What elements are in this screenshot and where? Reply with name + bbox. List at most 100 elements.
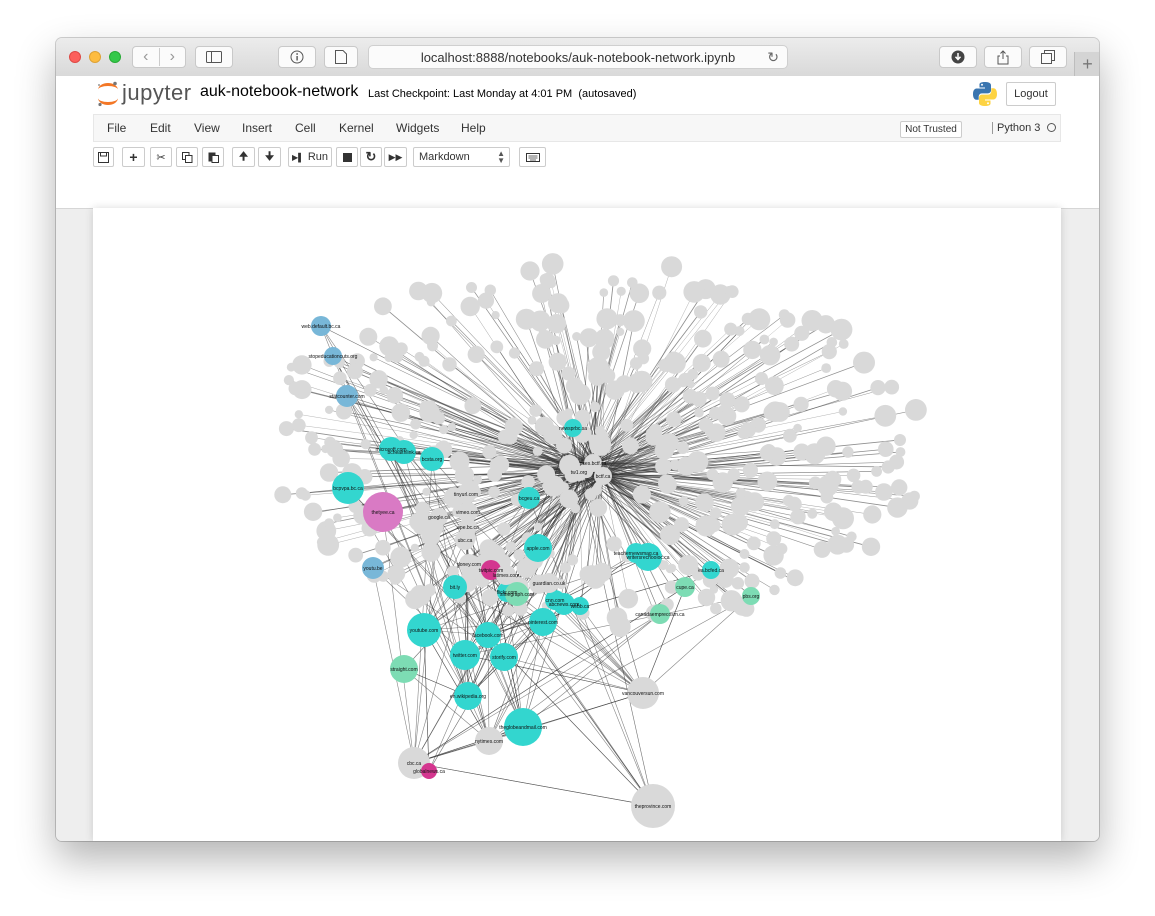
back-forward-buttons[interactable]: ‹ › bbox=[132, 46, 186, 68]
graph-node bbox=[710, 602, 722, 615]
menu-widgets[interactable]: Widgets bbox=[396, 121, 439, 135]
node-label: vancouversun.com bbox=[622, 691, 664, 697]
graph-node bbox=[326, 440, 344, 458]
menu-file[interactable]: File bbox=[107, 121, 126, 135]
graph-node bbox=[759, 345, 781, 366]
graph-node bbox=[667, 563, 677, 573]
graph-node bbox=[421, 542, 441, 562]
graph-node bbox=[787, 496, 802, 512]
node-label: canadaemprecosm.ca bbox=[635, 612, 684, 618]
node-label: slinegraph.com bbox=[500, 592, 534, 598]
cell-type-value: Markdown bbox=[419, 151, 470, 163]
info-button[interactable] bbox=[278, 46, 316, 68]
node-label: webb.ca bbox=[571, 604, 590, 610]
graph-node bbox=[695, 493, 714, 512]
graph-node bbox=[520, 261, 540, 281]
new-tab-button[interactable]: + bbox=[1074, 52, 1099, 76]
graph-node bbox=[620, 418, 634, 432]
graph-node bbox=[491, 311, 500, 320]
node-label: latimes.com bbox=[493, 573, 520, 579]
graph-node bbox=[467, 345, 485, 363]
menu-kernel[interactable]: Kernel bbox=[339, 121, 374, 135]
graph-node bbox=[618, 588, 639, 609]
sidebar-toggle-button[interactable] bbox=[195, 46, 233, 68]
graph-node bbox=[594, 425, 605, 436]
node-label: google.ca bbox=[428, 515, 450, 521]
graph-node bbox=[489, 457, 506, 473]
downloads-button[interactable] bbox=[939, 46, 977, 68]
graph-node bbox=[769, 584, 780, 596]
menu-edit[interactable]: Edit bbox=[150, 121, 171, 135]
paste-button[interactable] bbox=[202, 147, 224, 167]
graph-node bbox=[894, 434, 906, 446]
graph-node bbox=[712, 350, 730, 368]
node-label: newsprbc.sa bbox=[559, 426, 587, 432]
forward-icon[interactable]: › bbox=[160, 48, 186, 66]
jupyter-header: jupyter auk-notebook-network Last Checkp… bbox=[56, 76, 1099, 209]
graph-node bbox=[698, 417, 714, 433]
graph-node bbox=[884, 379, 900, 395]
reload-icon[interactable]: ↻ bbox=[767, 49, 779, 66]
restart-button[interactable]: ↻ bbox=[360, 147, 382, 167]
graph-node bbox=[739, 549, 750, 559]
restart-run-all-button[interactable]: ▶▶ bbox=[384, 147, 407, 167]
interrupt-button[interactable] bbox=[336, 147, 358, 167]
zoom-window-button[interactable] bbox=[109, 51, 121, 63]
kernel-name[interactable]: Python 3 bbox=[992, 122, 1040, 134]
command-palette-button[interactable] bbox=[519, 147, 546, 167]
address-bar[interactable]: localhost:8888/notebooks/auk-notebook-ne… bbox=[368, 45, 788, 69]
graph-node bbox=[439, 424, 449, 435]
menu-view[interactable]: View bbox=[194, 121, 220, 135]
plus-icon: + bbox=[129, 149, 138, 165]
logout-button[interactable]: Logout bbox=[1006, 82, 1056, 106]
share-button[interactable] bbox=[984, 46, 1022, 68]
graph-node bbox=[744, 573, 760, 589]
info-icon bbox=[290, 50, 304, 64]
graph-node bbox=[304, 509, 314, 519]
run-button[interactable]: ▶▌ Run bbox=[288, 147, 332, 167]
graph-node bbox=[532, 284, 552, 303]
menu-cell[interactable]: Cell bbox=[295, 121, 316, 135]
graph-node bbox=[556, 437, 572, 454]
move-up-button[interactable]: 🠉 bbox=[232, 147, 255, 167]
node-label: facebook.com bbox=[472, 633, 503, 639]
graph-node bbox=[359, 327, 378, 346]
node-label: bit.ly bbox=[450, 585, 461, 591]
jupyter-logo-text[interactable]: jupyter bbox=[122, 80, 192, 106]
jupyter-logo-icon[interactable] bbox=[96, 81, 120, 107]
insert-cell-button[interactable]: + bbox=[122, 147, 145, 167]
graph-node bbox=[464, 397, 482, 415]
move-down-button[interactable]: 🠋 bbox=[258, 147, 281, 167]
hub-label: bctf.ca bbox=[596, 474, 611, 480]
graph-node bbox=[821, 363, 832, 373]
graph-node bbox=[432, 411, 446, 425]
graph-node bbox=[447, 422, 457, 432]
menu-help[interactable]: Help bbox=[461, 121, 486, 135]
notebook-name[interactable]: auk-notebook-network bbox=[200, 83, 358, 101]
trust-indicator[interactable]: Not Trusted bbox=[900, 121, 962, 138]
node-label: vimeo.com bbox=[456, 510, 480, 516]
graph-node bbox=[497, 522, 511, 536]
node-label: stopeducationcuts.org bbox=[309, 354, 358, 360]
menu-insert[interactable]: Insert bbox=[242, 121, 272, 135]
graph-node bbox=[826, 337, 838, 348]
copy-button[interactable] bbox=[176, 147, 198, 167]
graph-node bbox=[515, 308, 537, 330]
graph-node bbox=[878, 441, 894, 457]
graph-node bbox=[774, 567, 787, 579]
minimize-window-button[interactable] bbox=[89, 51, 101, 63]
back-icon[interactable]: ‹ bbox=[133, 48, 160, 66]
graph-node bbox=[746, 536, 761, 551]
cut-button[interactable]: ✂ bbox=[150, 147, 172, 167]
graph-node bbox=[734, 326, 745, 336]
graph-node bbox=[694, 305, 708, 319]
save-button[interactable] bbox=[93, 147, 114, 167]
cell-type-select[interactable]: Markdown ▲ ▼ bbox=[413, 147, 510, 167]
graph-node bbox=[589, 498, 608, 517]
url-text: localhost:8888/notebooks/auk-notebook-ne… bbox=[420, 49, 736, 65]
graph-node bbox=[824, 502, 843, 522]
tabs-button[interactable] bbox=[1029, 46, 1067, 68]
close-window-button[interactable] bbox=[69, 51, 81, 63]
reader-button[interactable] bbox=[324, 46, 358, 68]
graph-node bbox=[632, 485, 652, 504]
